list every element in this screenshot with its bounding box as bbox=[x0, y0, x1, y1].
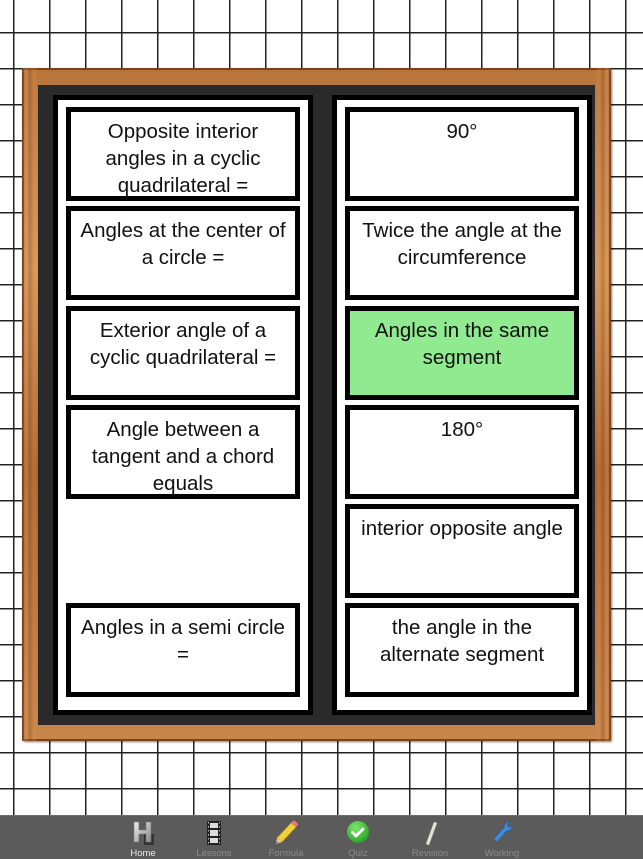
answer-card[interactable]: Twice the angle at the circumference bbox=[344, 205, 580, 301]
question-card[interactable]: Angles at the center of a circle = bbox=[65, 205, 301, 301]
answer-card[interactable]: 180° bbox=[344, 404, 580, 500]
answer-card[interactable]: the angle in the alternate segment bbox=[344, 602, 580, 698]
answer-card[interactable]: 90° bbox=[344, 106, 580, 202]
tab-home[interactable]: Home bbox=[113, 816, 173, 859]
chalk-icon bbox=[425, 821, 438, 846]
tab-quiz[interactable]: Quiz bbox=[328, 816, 388, 859]
answers-column-inner: 90° Twice the angle at the circumference A… bbox=[337, 100, 587, 710]
tab-revision[interactable]: Revision bbox=[400, 816, 460, 859]
answer-card[interactable]: interior opposite angle bbox=[344, 503, 580, 599]
questions-column: Opposite interior angles in a cyclic qua… bbox=[53, 95, 313, 715]
pencil-icon bbox=[276, 820, 298, 844]
answer-card[interactable]: Angles in the same segment bbox=[344, 305, 580, 401]
answers-column: 90° Twice the angle at the circumference A… bbox=[332, 95, 592, 715]
question-card[interactable]: Opposite interior angles in a cyclic qua… bbox=[65, 106, 301, 202]
tab-bar: Home Lessons Formula Quiz Revision Worki… bbox=[0, 815, 643, 859]
tab-formula[interactable]: Formula bbox=[256, 816, 316, 859]
question-card[interactable]: Angles in a semi circle = bbox=[65, 602, 301, 698]
wrench-icon bbox=[493, 821, 513, 843]
chalkboard: Opposite interior angles in a cyclic qua… bbox=[38, 85, 595, 725]
tab-lessons[interactable]: Lessons bbox=[184, 816, 244, 859]
questions-column-inner: Opposite interior angles in a cyclic qua… bbox=[58, 100, 308, 710]
home-h-icon bbox=[133, 821, 154, 845]
chalkboard-frame: Opposite interior angles in a cyclic qua… bbox=[22, 68, 611, 741]
film-strip-icon bbox=[207, 821, 221, 845]
question-card[interactable]: Angle between a tangent and a chord equa… bbox=[65, 404, 301, 500]
tab-working[interactable]: Working bbox=[472, 816, 532, 859]
checkmark-circle-icon bbox=[347, 821, 369, 843]
question-card[interactable]: Exterior angle of a cyclic quadrilateral… bbox=[65, 305, 301, 401]
